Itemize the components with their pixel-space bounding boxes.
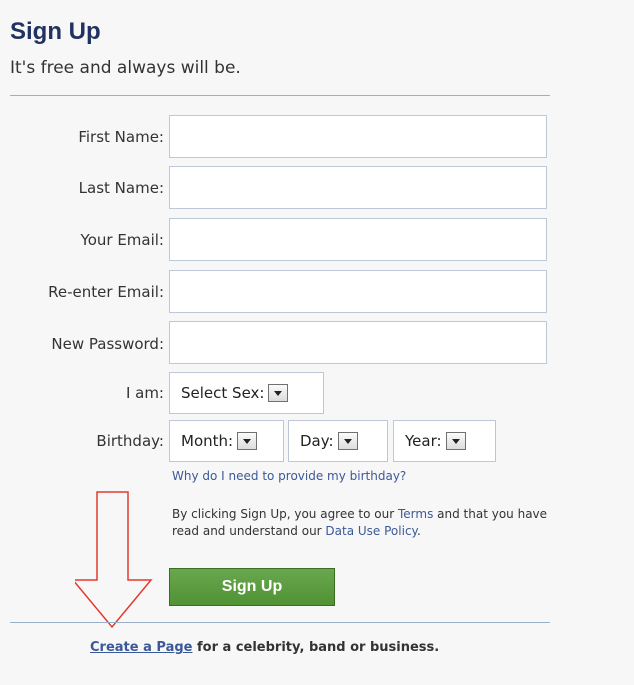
reenter-email-label: Re-enter Email:	[48, 283, 164, 301]
sex-select[interactable]: Select Sex:	[169, 372, 324, 414]
signup-page: Sign Up It's free and always will be. Fi…	[0, 0, 634, 685]
sex-label: I am:	[125, 384, 164, 402]
sex-select-label: Select Sex:	[181, 384, 265, 402]
first-name-input[interactable]	[169, 115, 547, 158]
dropdown-arrow-icon[interactable]	[237, 432, 258, 450]
dropdown-arrow-icon[interactable]	[445, 432, 466, 450]
footer-text: for a celebrity, band or business.	[192, 640, 440, 655]
page-subtitle: It's free and always will be.	[10, 58, 241, 78]
terms-text: By clicking Sign Up, you agree to our Te…	[172, 506, 572, 540]
year-select[interactable]: Year:	[393, 420, 496, 462]
day-select-label: Day:	[300, 432, 334, 450]
month-select[interactable]: Month:	[169, 420, 284, 462]
first-name-label: First Name:	[78, 128, 164, 146]
create-page-link[interactable]: Create a Page	[90, 640, 192, 655]
dropdown-arrow-icon[interactable]	[337, 432, 358, 450]
reenter-email-input[interactable]	[169, 270, 547, 313]
birthday-label: Birthday:	[96, 432, 164, 450]
terms-suffix: .	[416, 524, 421, 538]
last-name-label: Last Name:	[78, 179, 164, 197]
data-use-policy-link[interactable]: Data Use Policy	[325, 524, 417, 538]
page-title: Sign Up	[10, 18, 101, 45]
email-label: Your Email:	[80, 231, 164, 249]
email-input[interactable]	[169, 218, 547, 261]
down-arrow-annotation-icon	[75, 491, 153, 629]
password-label: New Password:	[51, 335, 164, 353]
footer: Create a Page for a celebrity, band or b…	[90, 640, 439, 655]
last-name-input[interactable]	[169, 166, 547, 209]
birthday-help-link[interactable]: Why do I need to provide my birthday?	[172, 469, 406, 483]
top-divider	[10, 95, 550, 96]
sign-up-button[interactable]: Sign Up	[169, 568, 335, 606]
month-select-label: Month:	[181, 432, 234, 450]
terms-link[interactable]: Terms	[398, 507, 433, 521]
bottom-divider	[10, 622, 550, 623]
year-select-label: Year:	[405, 432, 442, 450]
dropdown-arrow-icon[interactable]	[268, 384, 289, 402]
terms-prefix: By clicking Sign Up, you agree to our	[172, 507, 398, 521]
day-select[interactable]: Day:	[288, 420, 388, 462]
password-input[interactable]	[169, 321, 547, 364]
